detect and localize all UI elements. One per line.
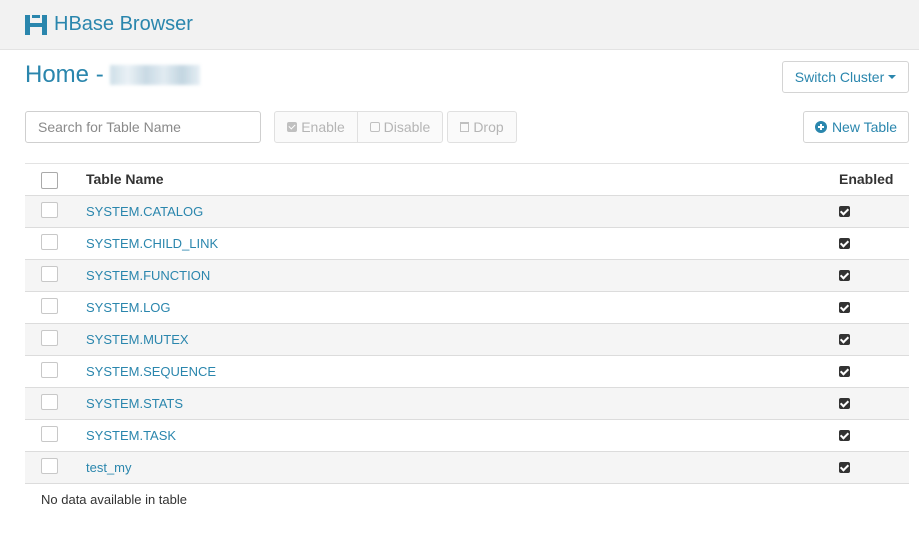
table-name-link[interactable]: SYSTEM.SEQUENCE (86, 364, 216, 379)
row-select-checkbox[interactable] (41, 394, 58, 410)
enabled-checked-icon (839, 398, 850, 409)
enabled-checked-icon (839, 270, 850, 281)
row-select-checkbox[interactable] (41, 458, 58, 474)
plus-circle-icon (814, 121, 827, 133)
enabled-checked-icon (839, 238, 850, 249)
table-row[interactable]: SYSTEM.FUNCTION (25, 260, 909, 292)
table-name-link[interactable]: SYSTEM.CHILD_LINK (86, 236, 218, 251)
page-title: Home - (25, 61, 104, 88)
table-body: SYSTEM.CATALOG SYSTEM.CHILD_LINK SYSTEM.FU… (25, 196, 909, 484)
drop-label: Drop (473, 119, 504, 135)
enabled-checked-icon (839, 462, 850, 473)
enable-button[interactable]: Enable (274, 111, 358, 143)
top-bar: HBase Browser (0, 0, 919, 50)
table-row[interactable]: SYSTEM.SEQUENCE (25, 356, 909, 388)
table-row[interactable]: SYSTEM.LOG (25, 292, 909, 324)
new-table-label: New Table (831, 119, 898, 135)
caret-down-icon (888, 75, 897, 79)
row-select-checkbox[interactable] (41, 298, 58, 314)
enabled-checked-icon (839, 334, 850, 345)
enabled-checked-icon (839, 366, 850, 377)
table-row[interactable]: test_my (25, 452, 909, 484)
trash-icon (460, 122, 470, 132)
row-select-checkbox[interactable] (41, 426, 58, 442)
table-name-link[interactable]: SYSTEM.TASK (86, 428, 176, 443)
tables-table: Table Name Enabled SYSTEM.CATALOG SYSTEM.… (25, 163, 909, 484)
table-row[interactable]: SYSTEM.CHILD_LINK (25, 228, 909, 260)
row-select-checkbox[interactable] (41, 202, 58, 218)
disable-label: Disable (383, 119, 431, 135)
checkbox-checked-icon (287, 122, 298, 132)
column-header-table-name[interactable]: Table Name (86, 171, 164, 187)
table-footer-text: No data available in table (41, 492, 187, 507)
enabled-checked-icon (839, 430, 850, 441)
enable-label: Enable (301, 119, 345, 135)
enabled-checked-icon (839, 302, 850, 313)
table-name-link[interactable]: SYSTEM.CATALOG (86, 204, 203, 219)
table-row[interactable]: SYSTEM.STATS (25, 388, 909, 420)
switch-cluster-label: Switch Cluster (794, 69, 885, 85)
new-table-button[interactable]: New Table (803, 111, 909, 143)
row-select-checkbox[interactable] (41, 234, 58, 250)
column-header-enabled[interactable]: Enabled (839, 171, 893, 187)
table-row[interactable]: SYSTEM.MUTEX (25, 324, 909, 356)
table-row[interactable]: SYSTEM.CATALOG (25, 196, 909, 228)
select-all-checkbox[interactable] (41, 172, 58, 189)
row-select-checkbox[interactable] (41, 362, 58, 378)
disable-button[interactable]: Disable (357, 111, 443, 143)
drop-button[interactable]: Drop (447, 111, 517, 143)
row-select-checkbox[interactable] (41, 266, 58, 282)
table-name-link[interactable]: SYSTEM.STATS (86, 396, 183, 411)
app-title: HBase Browser (54, 13, 193, 35)
table-name-link[interactable]: test_my (86, 460, 132, 475)
table-header: Table Name Enabled (25, 163, 909, 196)
table-name-link[interactable]: SYSTEM.MUTEX (86, 332, 189, 347)
table-name-link[interactable]: SYSTEM.FUNCTION (86, 268, 210, 283)
row-select-checkbox[interactable] (41, 330, 58, 346)
hbase-logo-icon (25, 15, 47, 35)
switch-cluster-button[interactable]: Switch Cluster (782, 61, 909, 93)
checkbox-empty-icon (369, 122, 380, 132)
enabled-checked-icon (839, 206, 850, 217)
cluster-name-redacted (110, 65, 200, 85)
table-name-link[interactable]: SYSTEM.LOG (86, 300, 171, 315)
search-input[interactable] (25, 111, 261, 143)
table-row[interactable]: SYSTEM.TASK (25, 420, 909, 452)
